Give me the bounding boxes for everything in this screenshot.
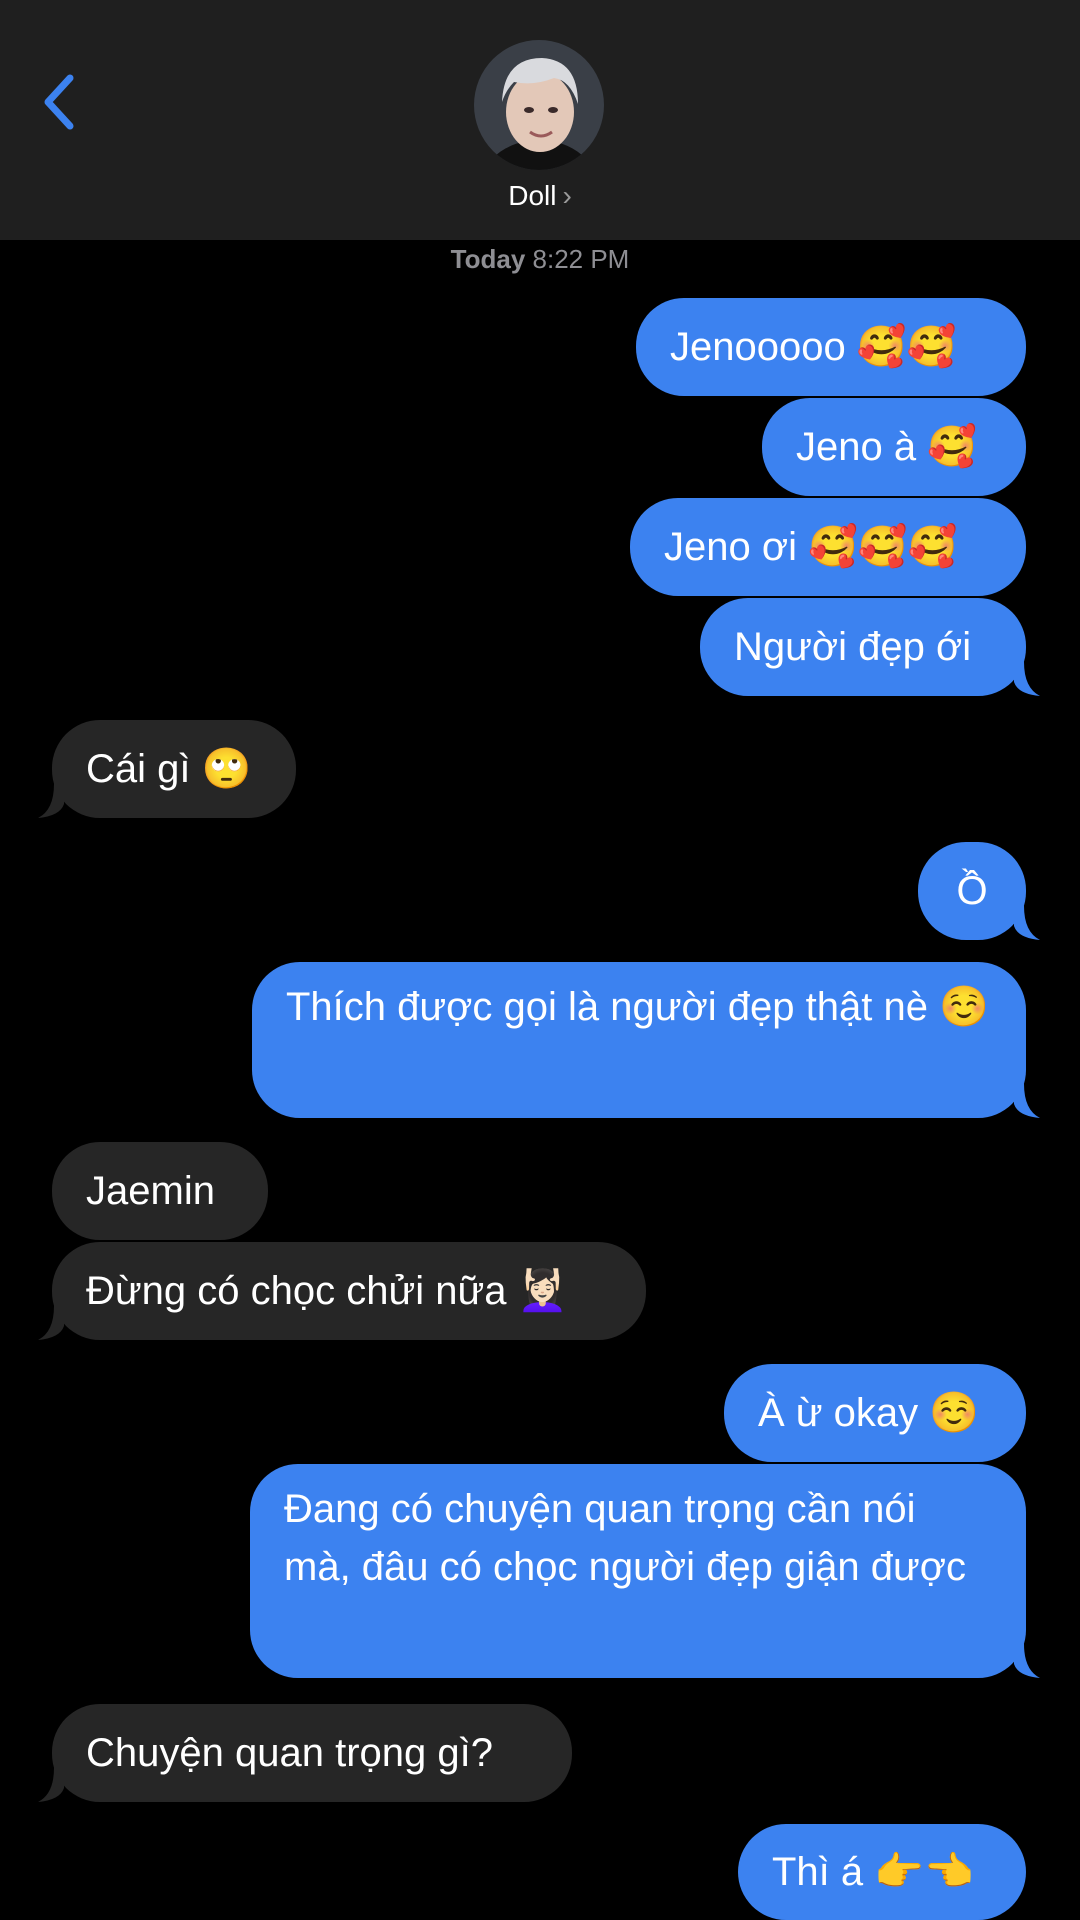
message-bubble-outgoing[interactable]: Jeno à 🥰 bbox=[762, 398, 1026, 496]
message-bubble-outgoing[interactable]: Thích được gọi là người đẹp thật nè ☺️ bbox=[252, 962, 1040, 1118]
message-text: Đừng có chọc chửi nữa 💆🏻‍♀️ bbox=[86, 1269, 568, 1313]
message-text: Cái gì 🙄 bbox=[86, 747, 252, 791]
message-text: Chuyện quan trọng gì? bbox=[86, 1731, 493, 1775]
bubble-tail bbox=[38, 1306, 64, 1340]
message-text: Jaemin bbox=[86, 1169, 215, 1213]
message-bubble-outgoing[interactable]: Đang có chuyện quan trọng cần nói mà, đâ… bbox=[250, 1464, 1040, 1678]
contact-name-button[interactable]: Doll › bbox=[0, 180, 1080, 212]
bubble-tail bbox=[1014, 1644, 1040, 1678]
message-bubble-incoming[interactable]: Đừng có chọc chửi nữa 💆🏻‍♀️ bbox=[38, 1242, 646, 1340]
timestamp-day: Today bbox=[450, 244, 526, 274]
message-text: Jenooooo 🥰🥰 bbox=[670, 325, 957, 369]
message-text: Jeno ơi 🥰🥰🥰 bbox=[664, 525, 958, 569]
avatar-image bbox=[474, 40, 604, 170]
contact-avatar[interactable] bbox=[474, 40, 604, 170]
message-text: Thích được gọi là người đẹp thật nè ☺️ bbox=[286, 985, 989, 1029]
bubble-tail bbox=[38, 784, 64, 818]
message-bubble-outgoing[interactable]: Ồ bbox=[918, 842, 1040, 940]
message-bubble-outgoing[interactable]: Jeno ơi 🥰🥰🥰 bbox=[630, 498, 1026, 596]
message-text: Thì á 👉👈 bbox=[772, 1850, 974, 1894]
message-bubble-incoming[interactable]: Cái gì 🙄 bbox=[38, 720, 296, 818]
back-button[interactable] bbox=[40, 72, 80, 132]
message-bubble-outgoing[interactable]: Jenooooo 🥰🥰 bbox=[636, 298, 1026, 396]
conversation-header: Doll › bbox=[0, 0, 1080, 240]
message-bubble-incoming[interactable]: Chuyện quan trọng gì? bbox=[38, 1704, 572, 1802]
contact-name: Doll bbox=[508, 180, 557, 211]
timestamp-time: 8:22 PM bbox=[532, 244, 630, 274]
message-bubble-outgoing[interactable]: À ừ okay ☺️ bbox=[724, 1364, 1026, 1462]
bubble-tail bbox=[1014, 662, 1040, 696]
message-bubble-outgoing[interactable]: Thì á 👉👈 bbox=[738, 1824, 1026, 1920]
message-text: Jeno à 🥰 bbox=[796, 425, 978, 469]
message-text: Người đẹp ới bbox=[734, 625, 972, 669]
chevron-left-icon bbox=[44, 74, 74, 130]
bubble-tail bbox=[38, 1768, 64, 1802]
bubble-tail bbox=[1014, 906, 1040, 940]
chevron-right-icon: › bbox=[562, 180, 572, 211]
bubble-tail bbox=[1014, 1084, 1040, 1118]
message-bubble-outgoing[interactable]: Người đẹp ới bbox=[700, 598, 1040, 696]
message-text: À ừ okay ☺️ bbox=[758, 1391, 980, 1435]
message-bubble-incoming[interactable]: Jaemin bbox=[52, 1142, 268, 1240]
message-text: Đang có chuyện quan trọng cần nói mà, đâ… bbox=[284, 1487, 966, 1589]
message-timestamp: Today 8:22 PM bbox=[0, 244, 1080, 275]
message-text: Ồ bbox=[956, 869, 988, 913]
